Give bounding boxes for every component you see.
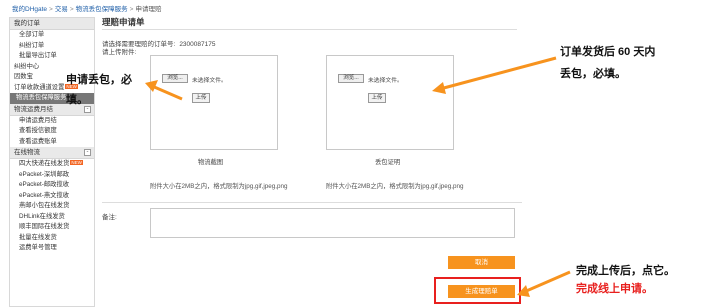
remark-textarea[interactable] — [150, 208, 515, 238]
browse-button[interactable]: 浏览... — [162, 74, 188, 83]
breadcrumb-link-my-dhgate[interactable]: 我的DHgate — [12, 6, 47, 13]
sidebar-section-title: 物流运费月结 — [14, 105, 53, 113]
annotation-finish-online: 完成线上申请。 — [576, 283, 653, 295]
logistics-screenshot-caption: 物流截图 — [198, 159, 224, 166]
file-limit-note: 附件大小在2MB之内，格式限制为jpg,gif,jpeg,png — [150, 183, 288, 190]
sidebar-item-label: 订单收款通道设置 — [14, 83, 65, 91]
annotation-60-days: 订单发货后 60 天内 丢包，必填。 — [560, 41, 655, 85]
sidebar-item-tracking-manage[interactable]: 运费单号管理 — [10, 243, 94, 254]
breadcrumb-separator: > — [69, 6, 74, 13]
new-badge: NEW — [70, 160, 83, 165]
sidebar-item-sf-ship[interactable]: 顺丰国际在线发货 — [10, 222, 94, 233]
sidebar-item-bulk-export[interactable]: 批量导出订单 — [10, 51, 94, 62]
section-divider — [102, 202, 522, 203]
logistics-screenshot-upload-box: 浏览... 未选择文件。 上传 — [150, 55, 278, 150]
remark-label: 备注: — [102, 214, 117, 221]
annotation-line: 填。 — [66, 94, 88, 106]
sidebar-item-epacket-yanwen[interactable]: ePacket-燕文揽收 — [10, 191, 94, 202]
sidebar-item-all-orders[interactable]: 全部订单 — [10, 30, 94, 41]
no-file-text: 未选择文件。 — [368, 78, 403, 84]
sidebar-item-apply-monthly[interactable]: 申请运费月结 — [10, 116, 94, 127]
upload-button[interactable]: 上传 — [368, 93, 386, 103]
annotation-line: 订单发货后 60 天内 — [560, 46, 656, 58]
sidebar-item-epacket-shenzhen[interactable]: ePacket-深圳邮政 — [10, 170, 94, 181]
sidebar-item-bulk-ship[interactable]: 批量在线发货 — [10, 233, 94, 244]
annotation-click-after-upload: 完成上传后，点它。 — [576, 265, 675, 277]
sidebar-item-freight-bill[interactable]: 查看运费账单 — [10, 137, 94, 148]
file-limit-note: 附件大小在2MB之内，格式限制为jpg,gif,jpeg,png — [326, 183, 464, 190]
annotation-line: 申请丢包，必 — [66, 74, 132, 86]
loss-proof-caption: 丢包证明 — [375, 159, 401, 166]
browse-button[interactable]: 浏览... — [338, 74, 364, 83]
generate-claim-button[interactable]: 生成理赔单 — [448, 285, 515, 298]
breadcrumb-link-trade[interactable]: 交易 — [55, 6, 68, 13]
sidebar-item-epacket-post[interactable]: ePacket-邮政揽收 — [10, 180, 94, 191]
sidebar-item-credit-limit[interactable]: 查看授信额度 — [10, 126, 94, 137]
upload-button[interactable]: 上传 — [192, 93, 210, 103]
title-divider — [102, 29, 517, 30]
cancel-button[interactable]: 取消 — [448, 256, 515, 269]
sidebar-item-label: 四大快递在线发货 — [19, 160, 70, 167]
attachment-label: 请上传附件: — [102, 49, 137, 56]
sidebar-item-yanyou-ship[interactable]: 燕邮小包在线发货 — [10, 201, 94, 212]
no-file-text: 未选择文件。 — [192, 78, 227, 84]
collapse-toggle-icon[interactable]: - — [84, 149, 91, 156]
sidebar-section-my-orders[interactable]: 我的订单 — [10, 18, 94, 30]
sidebar-item-express-ship[interactable]: 四大快递在线发货 NEW — [10, 159, 94, 170]
sidebar-item-dispute-orders[interactable]: 纠纷订单 — [10, 41, 94, 52]
annotation-line: 丢包，必填。 — [560, 68, 626, 80]
sidebar-section-online-logistics[interactable]: 在线物流 - — [10, 147, 94, 159]
page-title: 理赔申请单 — [102, 17, 145, 27]
sidebar-item-dhlink-ship[interactable]: DHLink在线发货 — [10, 212, 94, 223]
sidebar-section-title: 我的订单 — [14, 20, 40, 27]
loss-proof-upload-box: 浏览... 未选择文件。 上传 — [326, 55, 454, 150]
sidebar-section-title: 在线物流 — [14, 149, 40, 156]
annotation-loss-required: 申请丢包，必 填。 — [66, 70, 132, 110]
order-number-value: 2300087175 — [179, 41, 216, 48]
sidebar: 我的订单 全部订单 纠纷订单 批量导出订单 纠纷中心 因数宝 订单收款通道设置 N… — [9, 17, 95, 307]
breadcrumb-separator: > — [49, 6, 53, 13]
